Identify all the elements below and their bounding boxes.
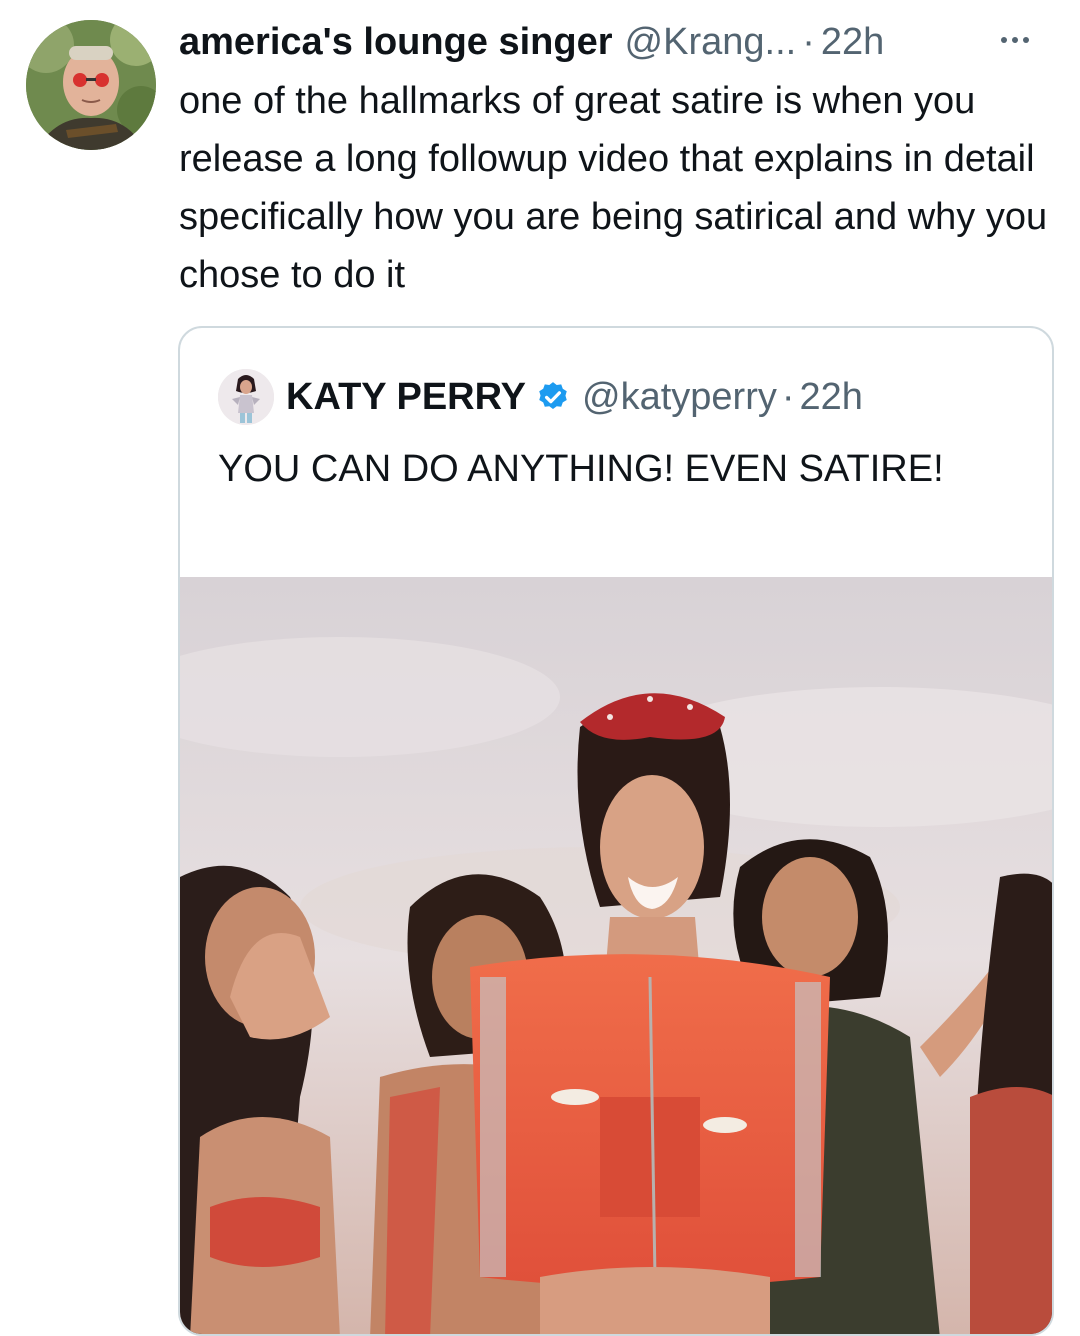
user-avatar[interactable] bbox=[26, 20, 156, 150]
quoted-separator-dot: · bbox=[781, 375, 795, 418]
author-handle[interactable]: @Krang... bbox=[625, 21, 797, 64]
author-display-name[interactable]: america's lounge singer bbox=[179, 21, 613, 64]
quoted-author-avatar[interactable] bbox=[218, 369, 274, 425]
quoted-tweet-card[interactable]: KATY PERRY @katyperry · 22h YOU CAN DO A… bbox=[178, 326, 1054, 1336]
quoted-tweet-text: YOU CAN DO ANYTHING! EVEN SATIRE! bbox=[218, 448, 944, 490]
more-options-icon[interactable] bbox=[985, 16, 1045, 64]
verified-badge-icon bbox=[536, 380, 570, 414]
separator-dot: · bbox=[802, 20, 815, 63]
quoted-avatar-photo bbox=[218, 369, 274, 425]
quoted-author-handle[interactable]: @katyperry bbox=[582, 376, 777, 419]
quoted-author-display-name[interactable]: KATY PERRY bbox=[286, 376, 526, 419]
quoted-tweet-timestamp[interactable]: 22h bbox=[800, 376, 863, 419]
quoted-tweet-header: KATY PERRY @katyperry · 22h bbox=[218, 368, 863, 426]
tweet-header: america's lounge singer @Krang... · 22h bbox=[179, 14, 1059, 70]
quoted-tweet-video-thumbnail[interactable] bbox=[180, 577, 1052, 1334]
tweet-timestamp[interactable]: 22h bbox=[821, 21, 884, 64]
avatar-photo bbox=[26, 20, 156, 150]
video-thumbnail-image bbox=[180, 577, 1052, 1334]
tweet-body-text: one of the hallmarks of great satire is … bbox=[179, 80, 1048, 296]
